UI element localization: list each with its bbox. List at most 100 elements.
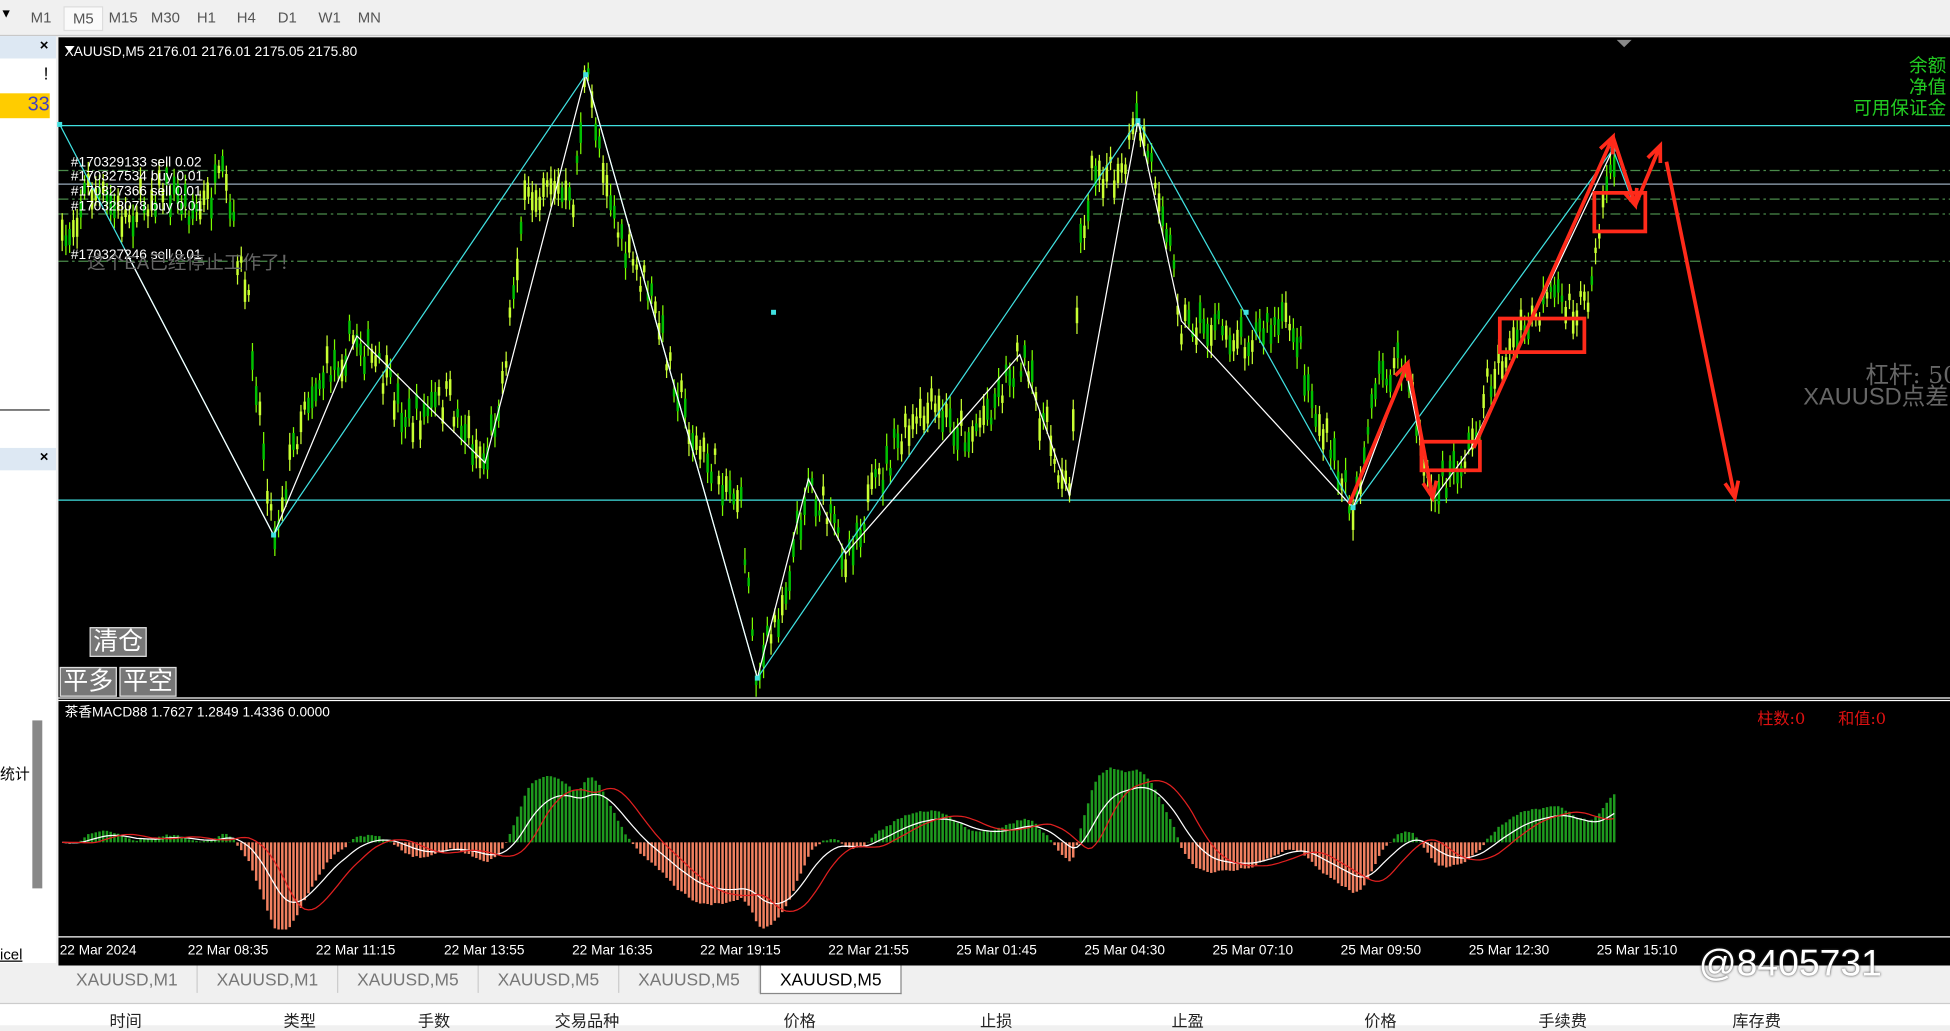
- candle: [930, 388, 933, 402]
- candle: [706, 453, 709, 473]
- column-header[interactable]: 类型: [284, 1008, 316, 1031]
- candle: [833, 514, 836, 524]
- candle: [945, 403, 948, 418]
- candle: [1579, 291, 1582, 297]
- candle: [974, 423, 978, 432]
- candle: [523, 180, 527, 200]
- candle: [986, 398, 989, 420]
- candle: [1146, 150, 1150, 158]
- chart-tab[interactable]: XAUUSD,M1: [198, 965, 339, 993]
- candle: [695, 435, 698, 450]
- macd-label: 茶香MACD88 1.7627 1.2849 1.4336 0.0000: [65, 705, 331, 720]
- candle: [1008, 369, 1012, 386]
- column-header[interactable]: 手续费: [1538, 1008, 1587, 1031]
- column-header[interactable]: 交易品种: [555, 1008, 620, 1031]
- candle: [769, 634, 773, 644]
- candle: [732, 493, 735, 505]
- order-label: #170327534 buy 0.01: [71, 168, 203, 183]
- chart-tab[interactable]: XAUUSD,M1: [57, 965, 198, 993]
- candle: [866, 484, 870, 503]
- chart-tab[interactable]: XAUUSD,M5: [619, 965, 760, 993]
- candle: [266, 490, 269, 504]
- candle: [337, 367, 340, 376]
- candle: [75, 217, 79, 237]
- column-header[interactable]: 止盈: [1171, 1008, 1203, 1031]
- candle: [120, 216, 124, 237]
- candle: [997, 378, 1000, 397]
- time-tick-label: 25 Mar 01:45: [956, 942, 1037, 957]
- candle: [1594, 247, 1597, 254]
- candle: [1612, 157, 1616, 178]
- candle: [1314, 413, 1317, 427]
- column-header[interactable]: 价格: [1364, 1008, 1396, 1031]
- candle: [1157, 193, 1161, 212]
- candle: [710, 471, 713, 484]
- candle: [463, 424, 467, 442]
- candle: [251, 351, 254, 370]
- candle: [422, 402, 426, 417]
- close-all-button[interactable]: 清仓: [89, 627, 147, 657]
- close-long-button[interactable]: 平多: [59, 666, 117, 697]
- candle: [751, 629, 754, 636]
- candle: [1501, 361, 1504, 379]
- candle: [1344, 470, 1347, 483]
- candle: [907, 425, 911, 446]
- candle: [1553, 284, 1556, 298]
- candle: [471, 444, 474, 465]
- candle: [814, 499, 818, 517]
- candle: [601, 162, 605, 183]
- chart-tab[interactable]: XAUUSD,M5: [338, 965, 479, 993]
- candle: [803, 497, 806, 515]
- candle: [620, 224, 624, 239]
- candle: [437, 387, 441, 396]
- candle: [978, 417, 982, 428]
- candle: [1333, 438, 1336, 461]
- chart-tab[interactable]: XAUUSD,M5: [479, 965, 620, 993]
- candle: [519, 221, 523, 234]
- candle: [295, 444, 299, 450]
- candle: [396, 383, 400, 404]
- candle: [1224, 325, 1228, 340]
- column-header[interactable]: 止损: [980, 1008, 1012, 1031]
- chart-canvas[interactable]: XAUUSD,M5 2176.01 2176.01 2175.05 2175.8…: [0, 0, 1950, 1024]
- candle: [1292, 328, 1295, 343]
- candle: [1150, 153, 1153, 162]
- candle: [1310, 390, 1314, 409]
- candle: [1090, 155, 1094, 169]
- candle: [568, 187, 571, 201]
- candle: [829, 504, 832, 514]
- candle: [1586, 302, 1590, 312]
- candle: [1113, 180, 1116, 198]
- candle: [926, 402, 929, 424]
- candle: [1210, 325, 1213, 346]
- candle: [1086, 200, 1090, 222]
- candle: [1564, 306, 1567, 324]
- candle: [243, 279, 247, 302]
- candle: [1512, 327, 1515, 348]
- candle: [773, 615, 777, 623]
- candle: [993, 393, 997, 408]
- candle: [392, 400, 396, 420]
- candle: [404, 417, 407, 428]
- candle: [1609, 164, 1612, 174]
- candle: [1206, 323, 1209, 346]
- candle: [963, 442, 967, 452]
- chart-tab[interactable]: XAUUSD,M5: [759, 965, 902, 995]
- candle: [1243, 347, 1247, 359]
- candle: [616, 232, 620, 238]
- candle: [1374, 383, 1377, 400]
- candle: [1489, 386, 1493, 397]
- column-header[interactable]: 库存费: [1732, 1008, 1781, 1031]
- ea-stopped-notice: 这个EA已经停止工作了！: [87, 252, 298, 273]
- candle: [1366, 426, 1370, 435]
- pivot-marker: [271, 532, 277, 538]
- candle: [747, 577, 750, 587]
- candle: [318, 380, 321, 390]
- column-header[interactable]: 手数: [418, 1008, 450, 1031]
- column-header[interactable]: 时间: [109, 1008, 141, 1031]
- close-short-button[interactable]: 平空: [119, 666, 177, 697]
- candle: [1247, 342, 1250, 357]
- candle: [915, 416, 918, 424]
- column-header[interactable]: 价格: [783, 1008, 815, 1031]
- candle: [654, 301, 657, 314]
